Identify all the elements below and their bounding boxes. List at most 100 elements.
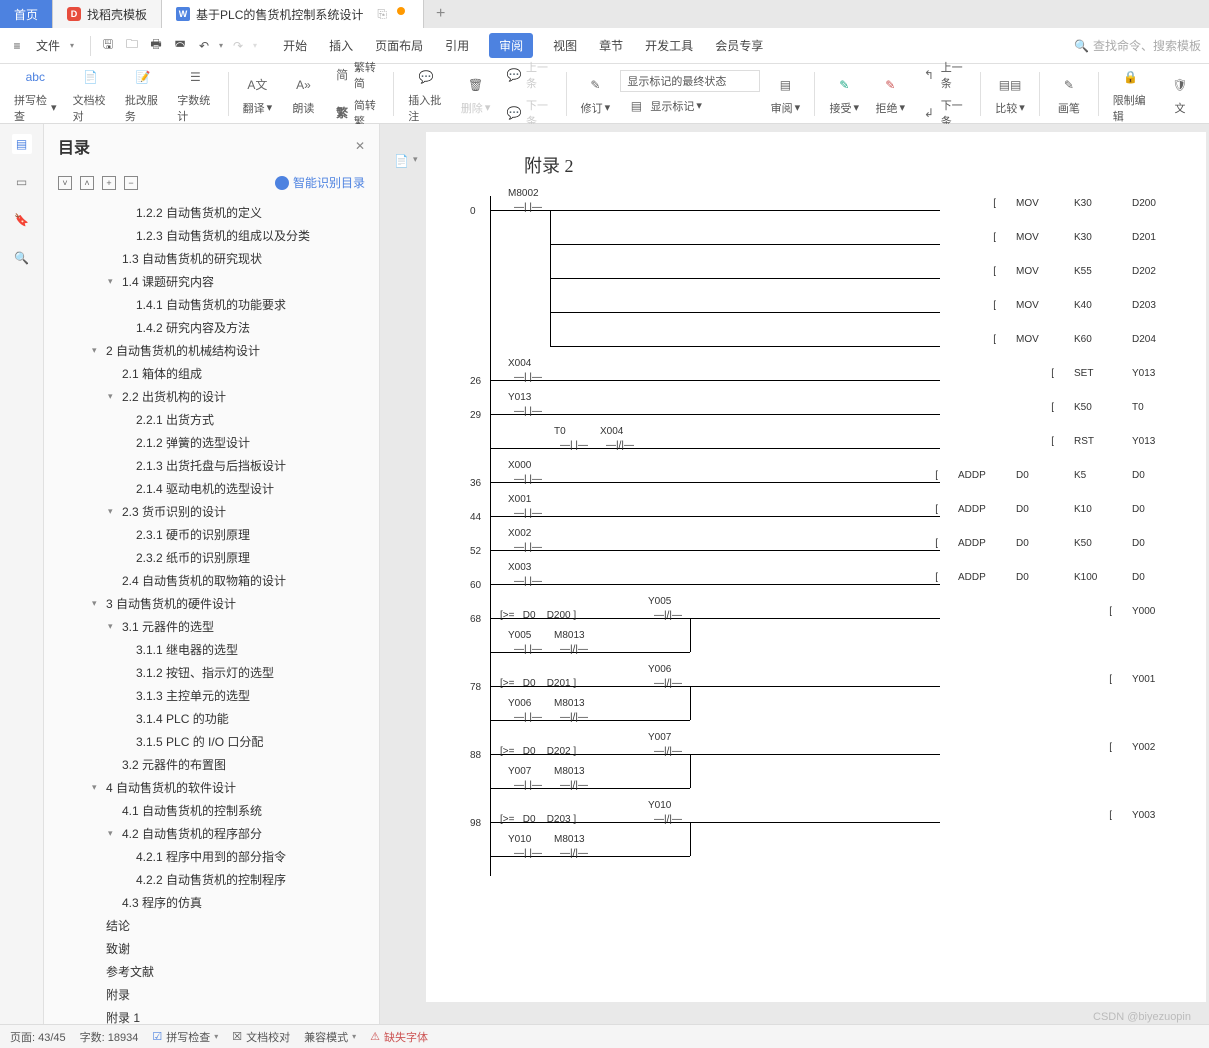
outline-item[interactable]: 2.1 箱体的组成	[50, 362, 379, 385]
outline-caret-icon[interactable]	[92, 345, 102, 356]
page-indicator[interactable]: 页面: 43/45	[10, 1029, 66, 1045]
pen-button[interactable]: ✎画笔	[1048, 70, 1090, 118]
smart-outline-button[interactable]: 智能识别目录	[275, 174, 365, 191]
tab-template[interactable]: D 找稻壳模板	[53, 0, 162, 28]
outline-item[interactable]: 结论	[50, 914, 379, 937]
outline-item[interactable]: 2.1.2 弹簧的选型设计	[50, 431, 379, 454]
outline-item[interactable]: 3.1.4 PLC 的功能	[50, 707, 379, 730]
wordcount-button[interactable]: ☰字数统计	[171, 62, 219, 126]
sb-compat[interactable]: 兼容模式▾	[304, 1029, 356, 1045]
outline-item[interactable]: 1.3 自动售货机的研究现状	[50, 247, 379, 270]
menu-insert[interactable]: 插入	[327, 33, 355, 58]
file-menu[interactable]: 文件	[32, 35, 64, 56]
revise-service-button[interactable]: 📝批改服务	[119, 62, 167, 126]
bookmark-icon[interactable]: 🔖	[12, 210, 32, 230]
outline-item[interactable]: 4.3 程序的仿真	[50, 891, 379, 914]
outline-item[interactable]: 3 自动售货机的硬件设计	[50, 592, 379, 615]
outline-item[interactable]: 2.3.2 纸币的识别原理	[50, 546, 379, 569]
insert-comment-button[interactable]: 💬插入批注	[402, 62, 450, 126]
outline-caret-icon[interactable]	[108, 506, 118, 517]
trad-to-simp-button[interactable]: 简繁转简	[328, 57, 385, 93]
outline-item[interactable]: 附录 1	[50, 1006, 379, 1024]
save-as-icon[interactable]: 🗀	[123, 37, 141, 55]
close-outline-button[interactable]: ✕	[355, 139, 365, 153]
outline-item[interactable]: 附录	[50, 983, 379, 1006]
delete-comment-button[interactable]: 🗑删除▾	[455, 70, 497, 118]
outline-caret-icon[interactable]	[108, 828, 118, 839]
outline-item[interactable]: 3.1.5 PLC 的 I/O 口分配	[50, 730, 379, 753]
new-tab-button[interactable]: +	[424, 0, 457, 28]
outline-item[interactable]: 1.2.2 自动售货机的定义	[50, 201, 379, 224]
print-preview-icon[interactable]: ◚	[171, 37, 189, 55]
menu-member[interactable]: 会员专享	[713, 33, 765, 58]
menu-view[interactable]: 视图	[551, 33, 579, 58]
outline-item[interactable]: 4.2.2 自动售货机的控制程序	[50, 868, 379, 891]
outline-item[interactable]: 3.1 元器件的选型	[50, 615, 379, 638]
track-changes-button[interactable]: ✎修订▾	[574, 70, 616, 118]
menu-icon[interactable]: ≡	[8, 37, 26, 55]
accept-button[interactable]: ✎接受▾	[823, 70, 865, 118]
outline-caret-icon[interactable]	[108, 391, 118, 402]
outline-caret-icon[interactable]	[92, 782, 102, 793]
sb-spellcheck[interactable]: ☑拼写检查▾	[152, 1029, 218, 1045]
translate-button[interactable]: A文翻译▾	[236, 70, 278, 118]
menu-devtools[interactable]: 开发工具	[643, 33, 695, 58]
outline-item[interactable]: 致谢	[50, 937, 379, 960]
outline-caret-icon[interactable]	[108, 276, 118, 287]
review-pane-button[interactable]: ▤审阅▾	[764, 70, 806, 118]
reject-button[interactable]: ✎拒绝▾	[869, 70, 911, 118]
command-search[interactable]: 🔍 查找命令、搜索模板	[1074, 37, 1201, 54]
compare-button[interactable]: ▤▤比较▾	[989, 70, 1031, 118]
outline-item[interactable]: 3.1.1 继电器的选型	[50, 638, 379, 661]
print-icon[interactable]: 🖶	[147, 37, 165, 55]
page-icon[interactable]: 📄	[394, 154, 409, 168]
outline-caret-icon[interactable]	[92, 598, 102, 609]
outline-item[interactable]: 4.2 自动售货机的程序部分	[50, 822, 379, 845]
document-canvas[interactable]: 📄▾ 附录 2 0M8002—| |—[MOVK30D200[MOVK30D20…	[380, 124, 1209, 1024]
outline-item[interactable]: 2.3.1 硬币的识别原理	[50, 523, 379, 546]
menu-layout[interactable]: 页面布局	[373, 33, 425, 58]
save-icon[interactable]: 🖫	[99, 37, 117, 55]
tab-home[interactable]: 首页	[0, 0, 53, 28]
menu-review[interactable]: 审阅	[489, 33, 533, 58]
undo-icon[interactable]: ↶	[195, 37, 213, 55]
doc-auth-button[interactable]: 🛡文	[1159, 70, 1201, 118]
outline-item[interactable]: 2 自动售货机的机械结构设计	[50, 339, 379, 362]
outline-item[interactable]: 4 自动售货机的软件设计	[50, 776, 379, 799]
menu-start[interactable]: 开始	[281, 33, 309, 58]
expand-all-icon[interactable]: ˄	[80, 176, 94, 190]
menu-chapter[interactable]: 章节	[597, 33, 625, 58]
word-count-indicator[interactable]: 字数: 18934	[80, 1029, 139, 1045]
prev-change-button[interactable]: ↰上一条	[915, 57, 972, 93]
outline-item[interactable]: 4.1 自动售货机的控制系统	[50, 799, 379, 822]
outline-item[interactable]: 2.2 出货机构的设计	[50, 385, 379, 408]
collapse-all-icon[interactable]: ˅	[58, 176, 72, 190]
thumbnail-icon[interactable]: ▭	[12, 172, 32, 192]
proofread-button[interactable]: 📄文档校对	[67, 62, 115, 126]
sb-proofread[interactable]: ☒文档校对	[232, 1029, 290, 1045]
outline-item[interactable]: 2.3 货币识别的设计	[50, 500, 379, 523]
markup-state-dropdown[interactable]: 显示标记的最终状态	[620, 70, 760, 92]
spellcheck-button[interactable]: abc拼写检查▾	[8, 62, 63, 126]
outline-item[interactable]: 2.1.3 出货托盘与后挡板设计	[50, 454, 379, 477]
outline-item[interactable]: 4.2.1 程序中用到的部分指令	[50, 845, 379, 868]
sb-missing-font[interactable]: ⚠缺失字体	[370, 1029, 428, 1045]
find-icon[interactable]: 🔍	[12, 248, 32, 268]
menu-reference[interactable]: 引用	[443, 33, 471, 58]
outline-item[interactable]: 1.4 课题研究内容	[50, 270, 379, 293]
outline-item[interactable]: 1.2.3 自动售货机的组成以及分类	[50, 224, 379, 247]
readaloud-button[interactable]: A»朗读	[282, 70, 324, 118]
outline-item[interactable]: 2.2.1 出货方式	[50, 408, 379, 431]
tab-document-active[interactable]: W 基于PLC的售货机控制系统设计 ⎘	[162, 0, 424, 28]
outline-item[interactable]: 1.4.2 研究内容及方法	[50, 316, 379, 339]
outline-list[interactable]: 1.2.2 自动售货机的定义1.2.3 自动售货机的组成以及分类1.3 自动售货…	[44, 197, 379, 1024]
outline-item[interactable]: 1.4.1 自动售货机的功能要求	[50, 293, 379, 316]
outline-icon[interactable]: ▤	[12, 134, 32, 154]
show-markup-button[interactable]: ▤显示标记▾	[620, 94, 760, 118]
prev-comment-button[interactable]: 💬上一条	[501, 57, 558, 93]
add-level-icon[interactable]: +	[102, 176, 116, 190]
remove-level-icon[interactable]: −	[124, 176, 138, 190]
restrict-edit-button[interactable]: 🔒限制编辑	[1107, 62, 1155, 126]
outline-caret-icon[interactable]	[108, 621, 118, 632]
outline-item[interactable]: 3.2 元器件的布置图	[50, 753, 379, 776]
